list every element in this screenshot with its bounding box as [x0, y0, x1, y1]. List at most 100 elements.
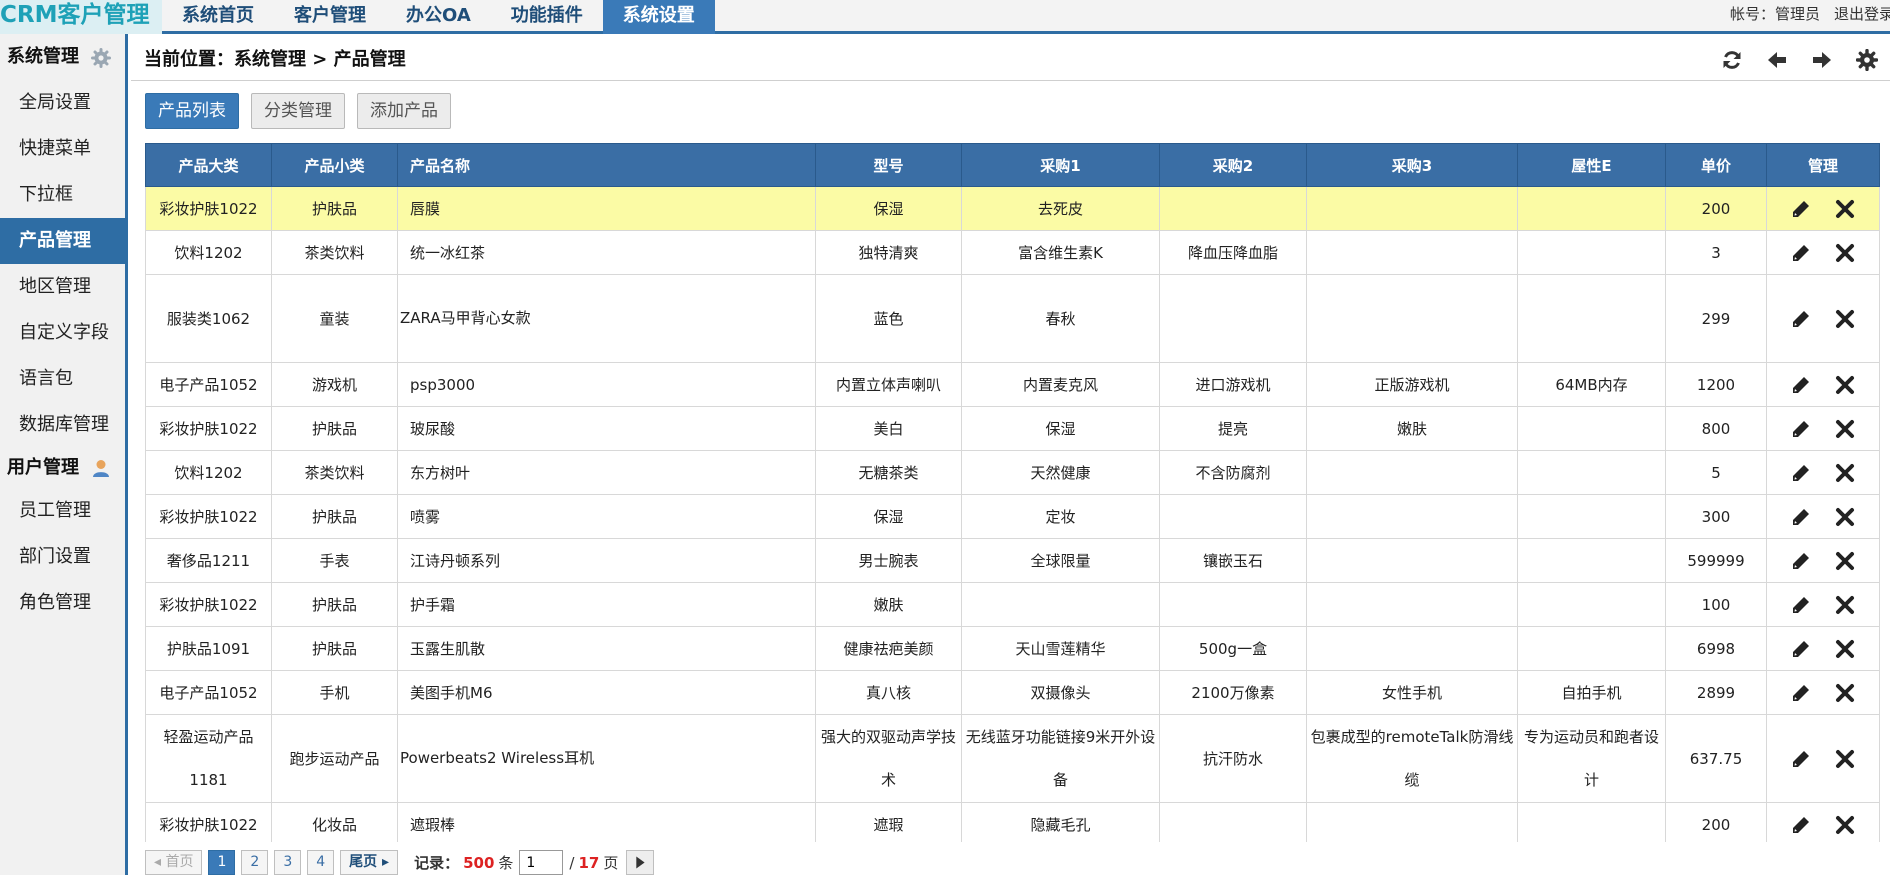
- top-bar: CRM客户管理 系统首页 客户管理 办公OA 功能插件 系统设置 帐号：管理员退…: [0, 0, 1890, 34]
- cell-purchase1: 富含维生素K: [961, 230, 1160, 275]
- pencil-icon[interactable]: [1790, 374, 1812, 396]
- nav-tab-settings[interactable]: 系统设置: [602, 0, 715, 34]
- sidebar-item-roles[interactable]: 角色管理: [0, 580, 125, 626]
- close-icon[interactable]: [1834, 462, 1856, 484]
- records-label: 记录：: [414, 854, 460, 872]
- col-header-attribute-e[interactable]: 屋性E: [1517, 143, 1666, 187]
- close-icon[interactable]: [1834, 682, 1856, 704]
- pencil-icon[interactable]: [1790, 748, 1812, 770]
- cell-subcategory: 护肤品: [271, 186, 398, 231]
- sidebar-item-staff[interactable]: 员工管理: [0, 488, 125, 534]
- cell-attribute-e: [1517, 538, 1666, 583]
- arrow-left-icon[interactable]: [1766, 49, 1788, 71]
- pencil-icon[interactable]: [1790, 550, 1812, 572]
- cell-product-name: ZARA马甲背心女款: [397, 274, 816, 363]
- product-table-wrap: 产品大类 产品小类 产品名称 型号 采购1 采购2 采购3 屋性E 单价 管理 …: [145, 143, 1883, 842]
- close-icon[interactable]: [1834, 550, 1856, 572]
- table-row[interactable]: 彩妆护肤1022 护肤品 玻尿酸 美白 保湿 提亮 嫩肤 800: [145, 406, 1880, 451]
- sidebar-item-database[interactable]: 数据库管理: [0, 402, 125, 448]
- nav-tab-customers[interactable]: 客户管理: [274, 0, 386, 34]
- pencil-icon[interactable]: [1790, 506, 1812, 528]
- nav-tab-home[interactable]: 系统首页: [162, 0, 274, 34]
- cell-purchase2: [1159, 274, 1307, 363]
- pager-page-4[interactable]: 4: [307, 850, 335, 875]
- close-icon[interactable]: [1834, 638, 1856, 660]
- cell-category: 奢侈品1211: [145, 538, 272, 583]
- pencil-icon[interactable]: [1790, 638, 1812, 660]
- col-header-model[interactable]: 型号: [815, 143, 962, 187]
- table-row[interactable]: 彩妆护肤1022 护肤品 唇膜 保湿 去死皮 200: [145, 186, 1880, 231]
- pencil-icon[interactable]: [1790, 198, 1812, 220]
- table-row[interactable]: 彩妆护肤1022 护肤品 喷雾 保湿 定妆 300: [145, 494, 1880, 539]
- cell-unit-price: 599999: [1665, 538, 1767, 583]
- table-row[interactable]: 电子产品1052 手机 美图手机M6 真八核 双摄像头 2100万像素 女性手机 自拍手机 28…: [145, 670, 1880, 715]
- pencil-icon[interactable]: [1790, 418, 1812, 440]
- pager-page-3[interactable]: 3: [274, 850, 302, 875]
- pencil-icon[interactable]: [1790, 682, 1812, 704]
- table-row[interactable]: 彩妆护肤1022 护肤品 护手霜 嫩肤 100: [145, 582, 1880, 627]
- go-page-button[interactable]: [626, 850, 655, 875]
- table-row[interactable]: 护肤品1091 护肤品 玉露生肌散 健康祛疤美颜 天山雪莲精华 500g一盒 6998: [145, 626, 1880, 671]
- col-header-purchase3[interactable]: 采购3: [1306, 143, 1518, 187]
- table-row[interactable]: 电子产品1052 游戏机 psp3000 内置立体声喇叭 内置麦克风 进口游戏机 正版游戏机…: [145, 362, 1880, 407]
- col-header-unit-price[interactable]: 单价: [1665, 143, 1767, 187]
- close-icon[interactable]: [1834, 814, 1856, 836]
- col-header-product-name[interactable]: 产品名称: [397, 143, 816, 187]
- category-management-button[interactable]: 分类管理: [251, 93, 345, 129]
- sidebar-item-custom-fields[interactable]: 自定义字段: [0, 310, 125, 356]
- pencil-icon[interactable]: [1790, 814, 1812, 836]
- table-row[interactable]: 服装类1062 童装 ZARA马甲背心女款 蓝色 春秋 299: [145, 274, 1880, 363]
- gear-icon[interactable]: [1856, 49, 1878, 71]
- close-icon[interactable]: [1834, 418, 1856, 440]
- cell-purchase3: [1306, 274, 1518, 363]
- sidebar-item-global-settings[interactable]: 全局设置: [0, 80, 125, 126]
- cell-model: 无糖茶类: [815, 450, 962, 495]
- sidebar-item-dropdown[interactable]: 下拉框: [0, 172, 125, 218]
- add-product-button[interactable]: 添加产品: [357, 93, 451, 129]
- close-icon[interactable]: [1834, 594, 1856, 616]
- close-icon[interactable]: [1834, 308, 1856, 330]
- table-row[interactable]: 饮料1202 茶类饮料 统一冰红茶 独特清爽 富含维生素K 降血压降血脂 3: [145, 230, 1880, 275]
- pencil-icon[interactable]: [1790, 308, 1812, 330]
- pager-first-button[interactable]: ◂ 首页: [145, 850, 203, 875]
- product-list-button[interactable]: 产品列表: [145, 93, 239, 129]
- pencil-icon[interactable]: [1790, 462, 1812, 484]
- cell-manage: [1766, 802, 1880, 842]
- col-header-subcategory[interactable]: 产品小类: [271, 143, 398, 187]
- logout-link[interactable]: 退出登录: [1834, 5, 1890, 23]
- records-count: 500: [463, 853, 495, 872]
- close-icon[interactable]: [1834, 506, 1856, 528]
- pencil-icon[interactable]: [1790, 594, 1812, 616]
- sidebar-item-shortcut-menu[interactable]: 快捷菜单: [0, 126, 125, 172]
- table-row[interactable]: 饮料1202 茶类饮料 东方树叶 无糖茶类 天然健康 不含防腐剂 5: [145, 450, 1880, 495]
- main-nav: 系统首页 客户管理 办公OA 功能插件 系统设置: [162, 0, 715, 34]
- table-row[interactable]: 彩妆护肤1022 化妆品 遮瑕棒 遮瑕 隐藏毛孔 200: [145, 802, 1880, 842]
- pencil-icon[interactable]: [1790, 242, 1812, 264]
- table-row[interactable]: 奢侈品1211 手表 江诗丹顿系列 男士腕表 全球限量 镶嵌玉石 599999: [145, 538, 1880, 583]
- table-row[interactable]: 轻盈运动产品1181 跑步运动产品 Powerbeats2 Wireless耳机 强大…: [145, 714, 1880, 803]
- close-icon[interactable]: [1834, 198, 1856, 220]
- pager-last-button[interactable]: 尾页 ▸: [340, 850, 399, 875]
- close-icon[interactable]: [1834, 748, 1856, 770]
- page-number-input[interactable]: [519, 850, 564, 875]
- nav-tab-office[interactable]: 办公OA: [386, 0, 491, 34]
- sidebar-section-users: 用户管理: [0, 448, 125, 488]
- sidebar-item-region-management[interactable]: 地区管理: [0, 264, 125, 310]
- cell-subcategory: 童装: [271, 274, 398, 363]
- refresh-icon[interactable]: [1721, 49, 1743, 71]
- pager-page-1[interactable]: 1: [208, 850, 236, 875]
- col-header-category[interactable]: 产品大类: [145, 143, 272, 187]
- cell-purchase3: [1306, 538, 1518, 583]
- pager-page-2[interactable]: 2: [241, 850, 269, 875]
- close-icon[interactable]: [1834, 242, 1856, 264]
- sidebar-item-product-management[interactable]: 产品管理: [0, 218, 125, 264]
- cell-purchase2: 500g一盒: [1159, 626, 1307, 671]
- sidebar-item-departments[interactable]: 部门设置: [0, 534, 125, 580]
- col-header-purchase1[interactable]: 采购1: [961, 143, 1160, 187]
- arrow-right-icon[interactable]: [1811, 49, 1833, 71]
- col-header-purchase2[interactable]: 采购2: [1159, 143, 1307, 187]
- cell-purchase3: [1306, 186, 1518, 231]
- sidebar-item-language-pack[interactable]: 语言包: [0, 356, 125, 402]
- close-icon[interactable]: [1834, 374, 1856, 396]
- nav-tab-plugins[interactable]: 功能插件: [491, 0, 603, 34]
